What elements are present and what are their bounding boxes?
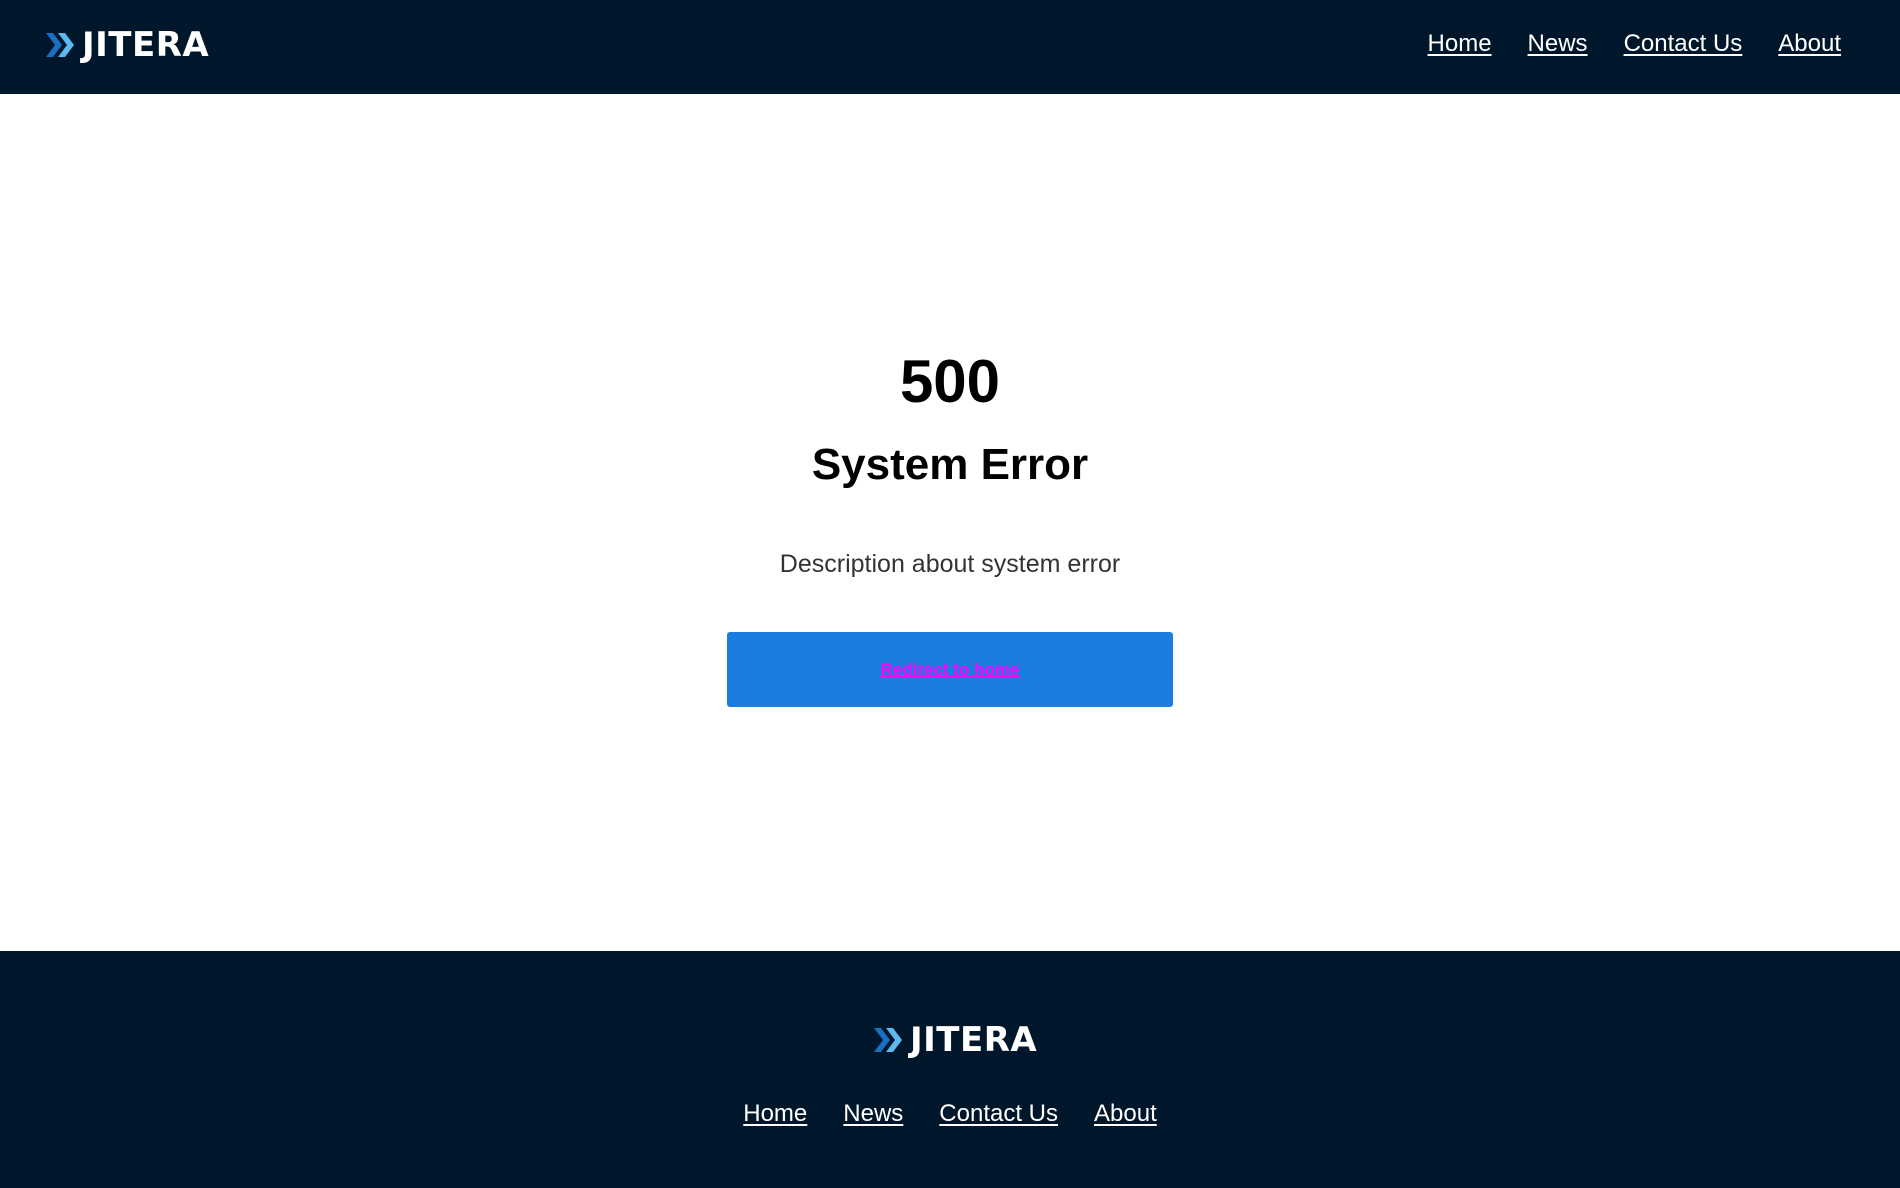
footer-nav: Home News Contact Us About bbox=[0, 1100, 1900, 1129]
main-content: 500 System Error Description about syste… bbox=[0, 94, 1900, 951]
redirect-home-button-label: Redirect to home bbox=[880, 659, 1020, 679]
logo-text: JITERA bbox=[910, 1020, 1038, 1060]
nav-link-news[interactable]: News bbox=[1528, 30, 1588, 59]
footer-link-contact-us[interactable]: Contact Us bbox=[939, 1100, 1058, 1129]
error-code: 500 bbox=[899, 348, 1001, 415]
nav-link-about[interactable]: About bbox=[1778, 30, 1841, 59]
site-footer: JITERA Home News Contact Us About bbox=[0, 951, 1900, 1188]
logo-chevrons-icon bbox=[46, 33, 74, 57]
error-description: Description about system error bbox=[779, 550, 1121, 578]
footer-link-about[interactable]: About bbox=[1094, 1100, 1157, 1129]
error-title: System Error bbox=[811, 440, 1089, 489]
page: JITERA Home News Contact Us About 500 Sy… bbox=[0, 0, 1900, 1188]
footer-link-news[interactable]: News bbox=[843, 1100, 903, 1129]
nav-link-home[interactable]: Home bbox=[1428, 30, 1492, 59]
logo-chevrons-icon bbox=[874, 1028, 902, 1052]
footer-link-home[interactable]: Home bbox=[743, 1100, 807, 1129]
header-nav: Home News Contact Us About bbox=[1428, 30, 1841, 59]
nav-link-contact-us[interactable]: Contact Us bbox=[1624, 30, 1743, 59]
site-header: JITERA Home News Contact Us About bbox=[0, 0, 1900, 94]
footer-logo[interactable]: JITERA bbox=[874, 1023, 1037, 1057]
redirect-home-button[interactable]: Redirect to home bbox=[727, 632, 1173, 707]
header-logo[interactable]: JITERA bbox=[46, 28, 209, 62]
logo-text: JITERA bbox=[82, 25, 210, 65]
